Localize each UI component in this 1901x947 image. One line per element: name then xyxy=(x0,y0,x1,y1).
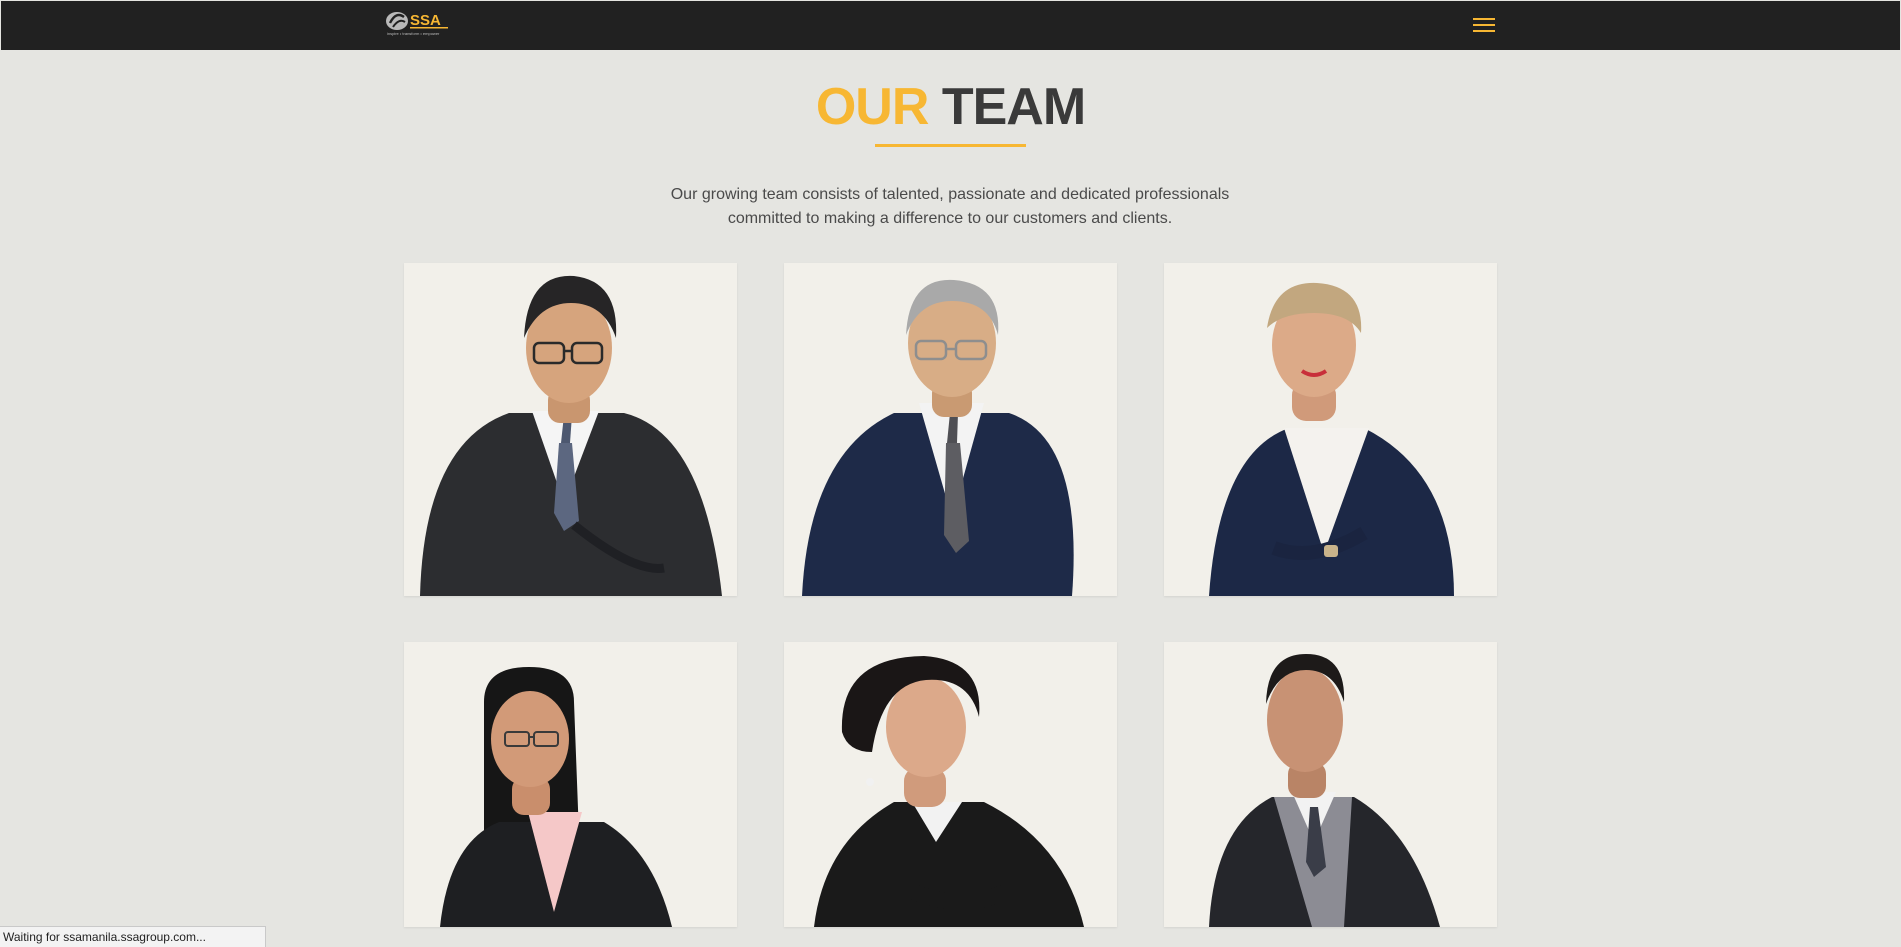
team-member-5-card[interactable] xyxy=(784,642,1117,927)
ssa-logo[interactable]: SSA inspire • transform • empower xyxy=(384,9,450,37)
team-member-3-photo xyxy=(1209,282,1454,596)
team-description: Our growing team consists of talented, p… xyxy=(600,183,1300,231)
description-line-1: Our growing team consists of talented, p… xyxy=(670,186,1230,203)
team-member-4-card[interactable] xyxy=(404,642,737,927)
team-member-1-card[interactable] xyxy=(404,263,737,596)
team-member-1-photo xyxy=(420,275,722,596)
team-member-6-card[interactable] xyxy=(1164,642,1497,927)
team-member-6-photo xyxy=(1209,654,1440,927)
title-underline xyxy=(875,144,1026,147)
hamburger-menu-icon[interactable] xyxy=(1473,15,1497,35)
team-member-3-card[interactable] xyxy=(1164,263,1497,596)
title-accent: OUR xyxy=(815,78,930,136)
team-member-4-photo xyxy=(440,667,672,927)
svg-text:SSA: SSA xyxy=(410,12,441,29)
description-line-2: committed to making a difference to our … xyxy=(727,210,1173,227)
top-navbar: SSA inspire • transform • empower xyxy=(1,1,1900,50)
browser-status-bar: Waiting for ssamanila.ssagroup.com... xyxy=(0,926,266,947)
title-main: TEAM xyxy=(941,78,1086,136)
team-member-2-photo xyxy=(802,279,1074,596)
svg-text:inspire • transform • empower: inspire • transform • empower xyxy=(387,31,440,36)
section-title: OUR TEAM xyxy=(0,74,1901,140)
team-member-2-card[interactable] xyxy=(784,263,1117,596)
team-member-5-photo xyxy=(814,656,1084,927)
